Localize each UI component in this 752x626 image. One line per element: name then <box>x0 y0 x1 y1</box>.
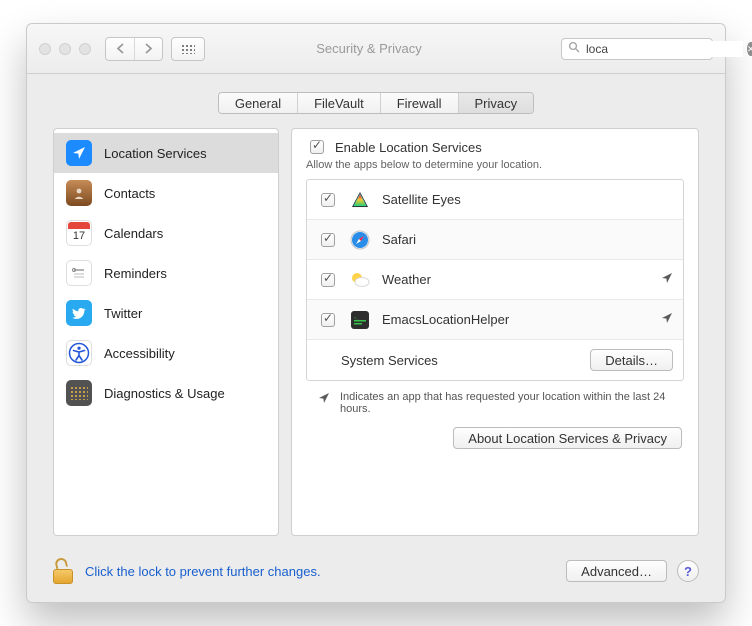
tab-filevault[interactable]: FileVault <box>297 93 380 113</box>
tab-bar: General FileVault Firewall Privacy <box>27 92 725 114</box>
about-row: About Location Services & Privacy <box>306 419 684 449</box>
app-name: EmacsLocationHelper <box>382 312 651 327</box>
enable-label: Enable Location Services <box>335 140 482 155</box>
close-button[interactable] <box>39 43 51 55</box>
hint-text: Indicates an app that has requested your… <box>340 391 678 415</box>
diagnostics-icon <box>66 380 92 406</box>
grid-icon <box>181 44 195 54</box>
search-field[interactable]: ✕ <box>561 38 713 60</box>
sidebar-item-contacts[interactable]: Contacts <box>54 173 278 213</box>
apps-list: Satellite Eyes Safari We <box>306 179 684 381</box>
system-services-label: System Services <box>341 353 580 368</box>
help-button[interactable]: ? <box>677 560 699 582</box>
app-row: Safari <box>307 220 683 260</box>
recent-indicator-icon <box>661 272 673 287</box>
app-row: >_ EmacsLocationHelper <box>307 300 683 340</box>
zoom-button[interactable] <box>79 43 91 55</box>
show-all-button[interactable] <box>171 37 205 61</box>
minimize-button[interactable] <box>59 43 71 55</box>
advanced-button[interactable]: Advanced… <box>566 560 667 582</box>
toolbar: Security & Privacy ✕ <box>27 24 725 74</box>
recent-indicator-icon <box>661 312 673 327</box>
lock-shackle-icon <box>54 557 68 570</box>
sidebar-item-label: Reminders <box>104 266 167 281</box>
sidebar-item-location[interactable]: Location Services <box>54 133 278 173</box>
clear-search-button[interactable]: ✕ <box>747 42 752 56</box>
lock-body-icon <box>53 569 73 584</box>
sidebar-item-label: Twitter <box>104 306 142 321</box>
window-title: Security & Privacy <box>213 41 553 56</box>
footer: Click the lock to prevent further change… <box>27 550 725 602</box>
lock-text[interactable]: Click the lock to prevent further change… <box>85 564 556 579</box>
tab-general[interactable]: General <box>219 93 297 113</box>
sidebar-item-accessibility[interactable]: Accessibility <box>54 333 278 373</box>
app-checkbox[interactable] <box>321 233 335 247</box>
safari-icon <box>348 228 372 252</box>
sidebar: Location Services Contacts 17 Calendars <box>53 128 279 536</box>
panel-area: Location Services Contacts 17 Calendars <box>27 122 725 550</box>
tab-firewall[interactable]: Firewall <box>380 93 458 113</box>
sidebar-item-label: Contacts <box>104 186 155 201</box>
contacts-icon <box>66 180 92 206</box>
details-button[interactable]: Details… <box>590 349 673 371</box>
back-button[interactable] <box>106 38 134 60</box>
lock-button[interactable] <box>53 558 75 584</box>
sidebar-item-label: Location Services <box>104 146 207 161</box>
window-controls <box>39 43 91 55</box>
search-icon <box>568 41 580 56</box>
calendar-icon: 17 <box>66 220 92 246</box>
sidebar-item-twitter[interactable]: Twitter <box>54 293 278 333</box>
prefs-window: Security & Privacy ✕ General FileVault F… <box>26 23 726 603</box>
app-row: Weather <box>307 260 683 300</box>
tab-privacy[interactable]: Privacy <box>458 93 534 113</box>
about-button[interactable]: About Location Services & Privacy <box>453 427 682 449</box>
enable-subtext: Allow the apps below to determine your l… <box>306 159 684 171</box>
reminders-icon <box>66 260 92 286</box>
sidebar-item-label: Diagnostics & Usage <box>104 386 225 401</box>
app-name: Safari <box>382 232 673 247</box>
app-checkbox[interactable] <box>321 313 335 327</box>
sidebar-item-diagnostics[interactable]: Diagnostics & Usage <box>54 373 278 413</box>
satellite-eyes-icon <box>348 188 372 212</box>
location-icon <box>66 140 92 166</box>
enable-row: Enable Location Services <box>306 137 684 157</box>
app-row: Satellite Eyes <box>307 180 683 220</box>
sidebar-item-label: Accessibility <box>104 346 175 361</box>
sidebar-item-reminders[interactable]: Reminders <box>54 253 278 293</box>
app-checkbox[interactable] <box>321 273 335 287</box>
forward-button[interactable] <box>134 38 162 60</box>
weather-icon <box>348 268 372 292</box>
body: General FileVault Firewall Privacy Locat… <box>27 74 725 602</box>
sidebar-item-calendars[interactable]: 17 Calendars <box>54 213 278 253</box>
tab-group: General FileVault Firewall Privacy <box>218 92 534 114</box>
nav-group <box>105 37 163 61</box>
main-panel: Enable Location Services Allow the apps … <box>291 128 699 536</box>
hint-row: Indicates an app that has requested your… <box>306 381 684 419</box>
accessibility-icon <box>66 340 92 366</box>
recent-indicator-icon <box>318 391 330 415</box>
sidebar-item-label: Calendars <box>104 226 163 241</box>
enable-location-checkbox[interactable] <box>310 140 324 154</box>
app-name: Satellite Eyes <box>382 192 673 207</box>
app-checkbox[interactable] <box>321 193 335 207</box>
system-services-row: System Services Details… <box>307 340 683 380</box>
emacs-helper-icon: >_ <box>348 308 372 332</box>
search-input[interactable] <box>584 41 743 57</box>
twitter-icon <box>66 300 92 326</box>
app-name: Weather <box>382 272 651 287</box>
